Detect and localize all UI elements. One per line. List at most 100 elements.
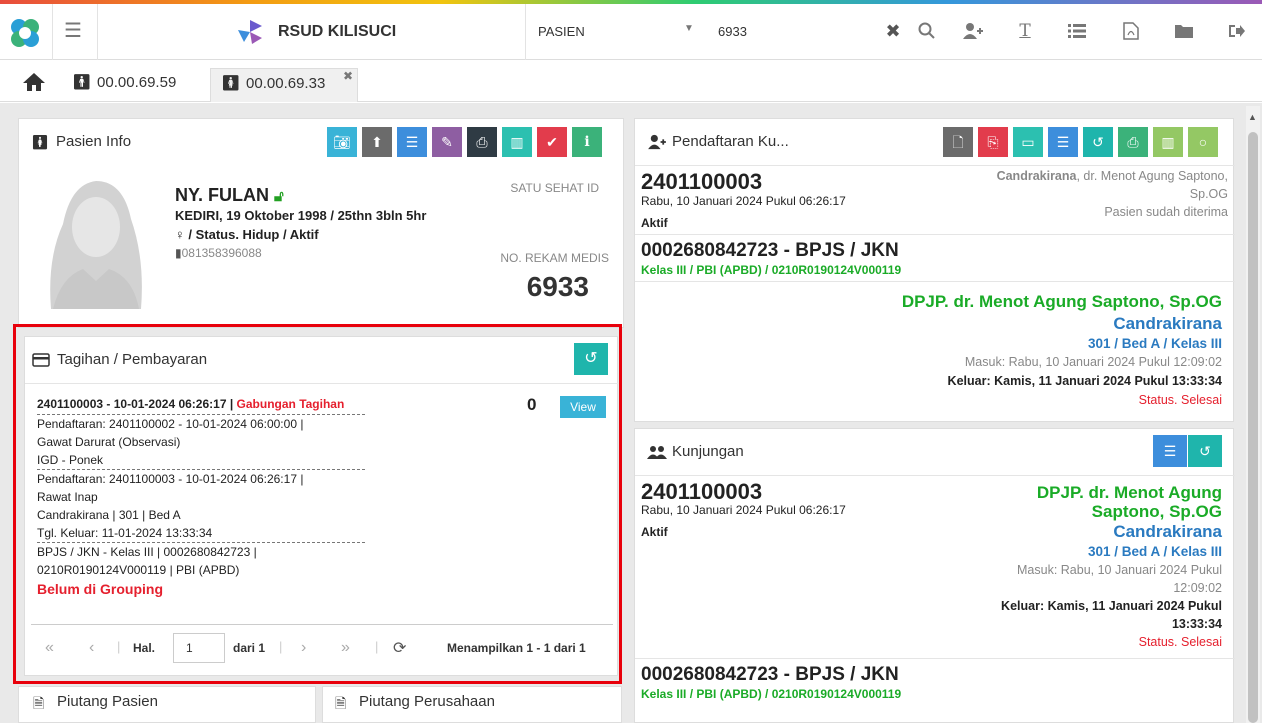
- reg-unit: Candrakirana: [996, 169, 1077, 183]
- print-button[interactable]: ⎙: [467, 127, 497, 157]
- pasien-info-panel: 🚺︎ Pasien Info 📷︎ ⬆ ☰ ✎ ⎙ ▥ ✔ i NY. FULA…: [18, 118, 624, 328]
- reg-doctor-suffix: Sp.OG: [1189, 187, 1228, 201]
- reg-status: Aktif: [641, 525, 668, 539]
- person-icon: 🚹︎: [72, 74, 92, 91]
- status-badge: Status. Selesai: [1138, 635, 1222, 649]
- panel-title: Piutang Perusahaan: [359, 693, 495, 710]
- mobile-icon: ▮: [175, 246, 182, 260]
- kunjungan-info: DPJP. dr. Menot Agung Saptono, Sp.OG Can…: [915, 483, 1222, 652]
- add-user-icon: [647, 134, 667, 153]
- gender-female-icon: ♀: [175, 227, 185, 242]
- reg-date: Rabu, 10 Januari 2024 Pukul 06:26:17: [641, 503, 846, 517]
- patient-birth: KEDIRI, 19 Oktober 1998 / 25thn 3bln 5hr: [175, 208, 427, 223]
- patient-phone-text: 081358396088: [181, 246, 262, 260]
- text-icon[interactable]: T: [1014, 20, 1036, 42]
- reg-date: Rabu, 10 Januari 2024 Pukul 06:26:17: [641, 194, 846, 208]
- scroll-up-icon[interactable]: ▲: [1248, 112, 1257, 122]
- keluar-time: Keluar: Kamis, 11 Januari 2024 Pukul: [1001, 599, 1222, 613]
- search-input[interactable]: 6933: [718, 24, 868, 39]
- users-icon: [647, 445, 667, 462]
- search-icon[interactable]: [916, 20, 938, 42]
- add-user-icon[interactable]: [962, 20, 984, 42]
- tab-label: 00.00.69.33: [246, 75, 326, 92]
- edit-button[interactable]: ✎: [432, 127, 462, 157]
- clear-search-icon[interactable]: ✖: [882, 20, 904, 42]
- tab-patient-2[interactable]: 🚺︎ 00.00.69.33 ✖: [210, 68, 358, 102]
- camera-button[interactable]: 📷︎: [327, 127, 357, 157]
- piutang-pasien-panel: 🗎 Piutang Pasien: [18, 686, 316, 723]
- rm-value: 6933: [526, 271, 589, 302]
- barcode-button[interactable]: ▥: [1153, 127, 1183, 157]
- list-button[interactable]: ☰: [1048, 127, 1078, 157]
- check-button[interactable]: ✔: [537, 127, 567, 157]
- dpjp-name: DPJP. dr. Menot Agung Saptono, Sp.OG: [901, 292, 1222, 311]
- bpjs-detail: Kelas III / PBI (APBD) / 0210R0190124V00…: [641, 687, 902, 701]
- close-tab-icon[interactable]: ✖: [343, 61, 353, 91]
- hospital-logo-icon: [236, 18, 266, 46]
- document-button[interactable]: 🗋: [943, 127, 973, 157]
- barcode-button[interactable]: ▥: [502, 127, 532, 157]
- person-icon: 🚺︎: [221, 75, 241, 92]
- masuk-time: Masuk: Rabu, 10 Januari 2024 Pukul 12:09…: [964, 355, 1222, 369]
- highlight-box: [13, 324, 622, 684]
- masuk-time-cont: 12:09:02: [1173, 581, 1222, 595]
- kunjungan-panel: Kunjungan ☰ ↺ 2401100003 Rabu, 10 Januar…: [634, 428, 1235, 723]
- satu-sehat-label: SATU SEHAT ID: [510, 181, 599, 195]
- chevron-down-icon: ▼: [684, 23, 694, 34]
- folder-icon[interactable]: [1173, 20, 1195, 42]
- reg-number: 2401100003: [641, 479, 763, 504]
- piutang-perusahaan-panel: 🗎 Piutang Perusahaan: [322, 686, 622, 723]
- person-icon: 🚺︎: [31, 134, 49, 150]
- top-navbar: ☰ RSUD KILISUCI PASIEN ▼ 6933 ✖ T: [0, 4, 1262, 60]
- bed-info: 301 / Bed A / Kelas III: [1087, 544, 1222, 559]
- rm-label: NO. REKAM MEDIS: [500, 251, 609, 265]
- pendaftaran-toolbar: 🗋 ⎘ ▭ ☰ ↺ ⎙ ▥ ○: [943, 127, 1225, 157]
- ward-name: Candrakirana: [1113, 314, 1222, 333]
- pdf-icon[interactable]: [1120, 20, 1142, 42]
- pendaftaran-panel: Pendaftaran Ku... 🗋 ⎘ ▭ ☰ ↺ ⎙ ▥ ○ 240110…: [634, 118, 1235, 422]
- app-name: RSUD KILISUCI: [278, 23, 397, 40]
- search-type-select[interactable]: PASIEN ▼: [538, 23, 698, 44]
- logout-icon[interactable]: [1226, 20, 1248, 42]
- panel-title: Pendaftaran Ku...: [672, 133, 789, 150]
- history-button[interactable]: ↺: [1083, 127, 1113, 157]
- card-button[interactable]: ▭: [1013, 127, 1043, 157]
- reg-accepted: Pasien sudah diterima: [1104, 205, 1228, 219]
- bed-info: 301 / Bed A / Kelas III: [1087, 336, 1222, 351]
- app-logo-icon[interactable]: [8, 16, 42, 50]
- history-button[interactable]: ↺: [1188, 435, 1222, 467]
- dpjp-name: DPJP. dr. Menot Agung: [1036, 483, 1222, 502]
- patient-status-text: / Status. Hidup / Aktif: [188, 227, 319, 242]
- circle-button[interactable]: ○: [1188, 127, 1218, 157]
- scrollbar-thumb[interactable]: [1248, 132, 1258, 723]
- status-badge: Status. Selesai: [1138, 393, 1222, 407]
- print-button[interactable]: ⎙: [1118, 127, 1148, 157]
- pdf-button[interactable]: ⎘: [978, 127, 1008, 157]
- bpjs-number: 0002680842723 - BPJS / JKN: [641, 664, 899, 685]
- ward-name: Candrakirana: [1113, 522, 1222, 541]
- dpjp-name-cont: Saptono, Sp.OG: [1091, 502, 1222, 521]
- list-button[interactable]: ☰: [1153, 435, 1187, 467]
- bpjs-number: 0002680842723 - BPJS / JKN: [641, 240, 899, 261]
- avatar: [33, 169, 159, 309]
- list-icon[interactable]: [1066, 20, 1088, 42]
- patient-name-text: NY. FULAN: [175, 185, 269, 205]
- patient-name: NY. FULAN 🔓︎: [175, 185, 284, 206]
- list-button[interactable]: ☰: [397, 127, 427, 157]
- info-button[interactable]: i: [572, 127, 602, 157]
- home-icon[interactable]: [22, 72, 46, 92]
- upload-button[interactable]: ⬆: [362, 127, 392, 157]
- reg-doctor-name: , dr. Menot Agung Saptono,: [1076, 169, 1228, 183]
- bpjs-detail: Kelas III / PBI (APBD) / 0210R0190124V00…: [641, 263, 902, 277]
- patient-phone: ▮081358396088: [175, 246, 262, 260]
- tab-patient-1[interactable]: 🚹︎ 00.00.69.59: [62, 68, 192, 102]
- keluar-time-cont: 13:33:34: [1171, 617, 1222, 631]
- unlock-icon[interactable]: 🔓︎: [274, 188, 284, 205]
- search-type-value: PASIEN: [538, 24, 585, 39]
- menu-hamburger-icon[interactable]: ☰: [62, 20, 84, 42]
- panel-title: Pasien Info: [56, 133, 132, 150]
- masuk-time: Masuk: Rabu, 10 Januari 2024 Pukul: [1017, 563, 1222, 577]
- patient-tabs: 🚹︎ 00.00.69.59 🚺︎ 00.00.69.33 ✖: [0, 60, 1262, 102]
- invoice-icon: 🗎: [33, 695, 45, 711]
- panel-title: Kunjungan: [672, 443, 744, 460]
